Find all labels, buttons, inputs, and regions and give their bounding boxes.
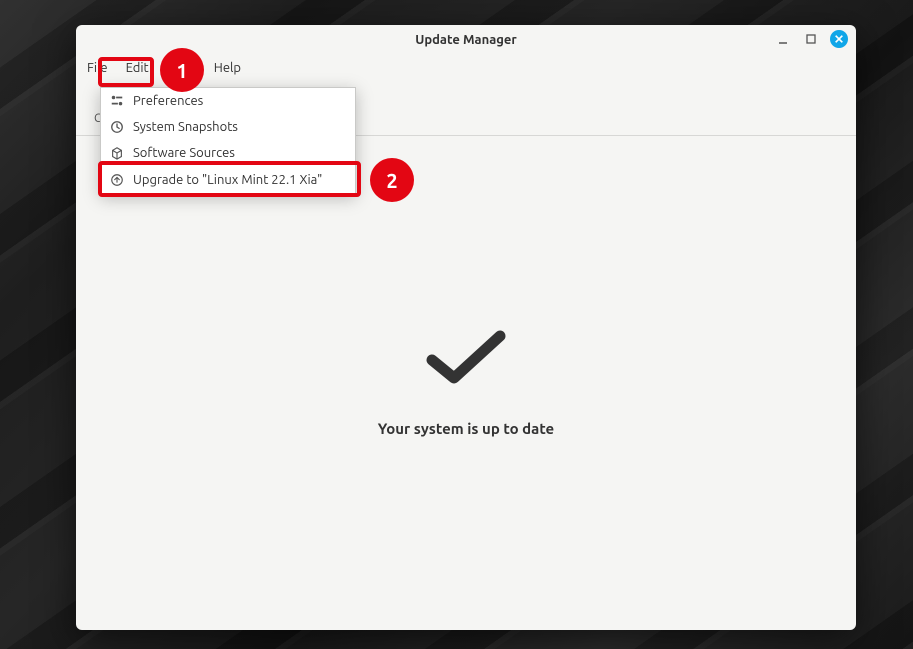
window-title: Update Manager — [415, 33, 517, 47]
menu-item-label: Preferences — [133, 94, 203, 108]
menu-edit[interactable]: Edit — [117, 58, 158, 78]
close-button[interactable] — [830, 30, 848, 48]
menu-view[interactable]: View — [158, 58, 205, 78]
menu-item-label: Upgrade to "Linux Mint 22.1 Xia" — [133, 173, 322, 187]
sliders-icon — [109, 93, 125, 109]
menu-item-upgrade[interactable]: Upgrade to "Linux Mint 22.1 Xia" — [101, 166, 355, 193]
maximize-button[interactable] — [802, 30, 820, 48]
minimize-button[interactable] — [774, 30, 792, 48]
status-text: Your system is up to date — [378, 420, 554, 437]
titlebar: Update Manager — [76, 25, 856, 55]
edit-dropdown-menu: Preferences System Snapshots Software So… — [100, 87, 356, 194]
menu-item-label: System Snapshots — [133, 120, 238, 134]
menu-item-snapshots[interactable]: System Snapshots — [101, 114, 355, 140]
menu-item-label: Software Sources — [133, 146, 235, 160]
menubar: File Edit View Help — [76, 55, 856, 81]
clock-icon — [109, 119, 125, 135]
menu-item-sources[interactable]: Software Sources — [101, 140, 355, 166]
window-controls — [774, 30, 848, 48]
checkmark-icon — [424, 330, 508, 384]
menu-item-preferences[interactable]: Preferences — [101, 88, 355, 114]
content-area: Your system is up to date — [76, 136, 856, 630]
arrow-up-circle-icon — [109, 172, 125, 188]
menu-help[interactable]: Help — [205, 58, 250, 78]
menu-file[interactable]: File — [78, 58, 117, 78]
package-icon — [109, 145, 125, 161]
